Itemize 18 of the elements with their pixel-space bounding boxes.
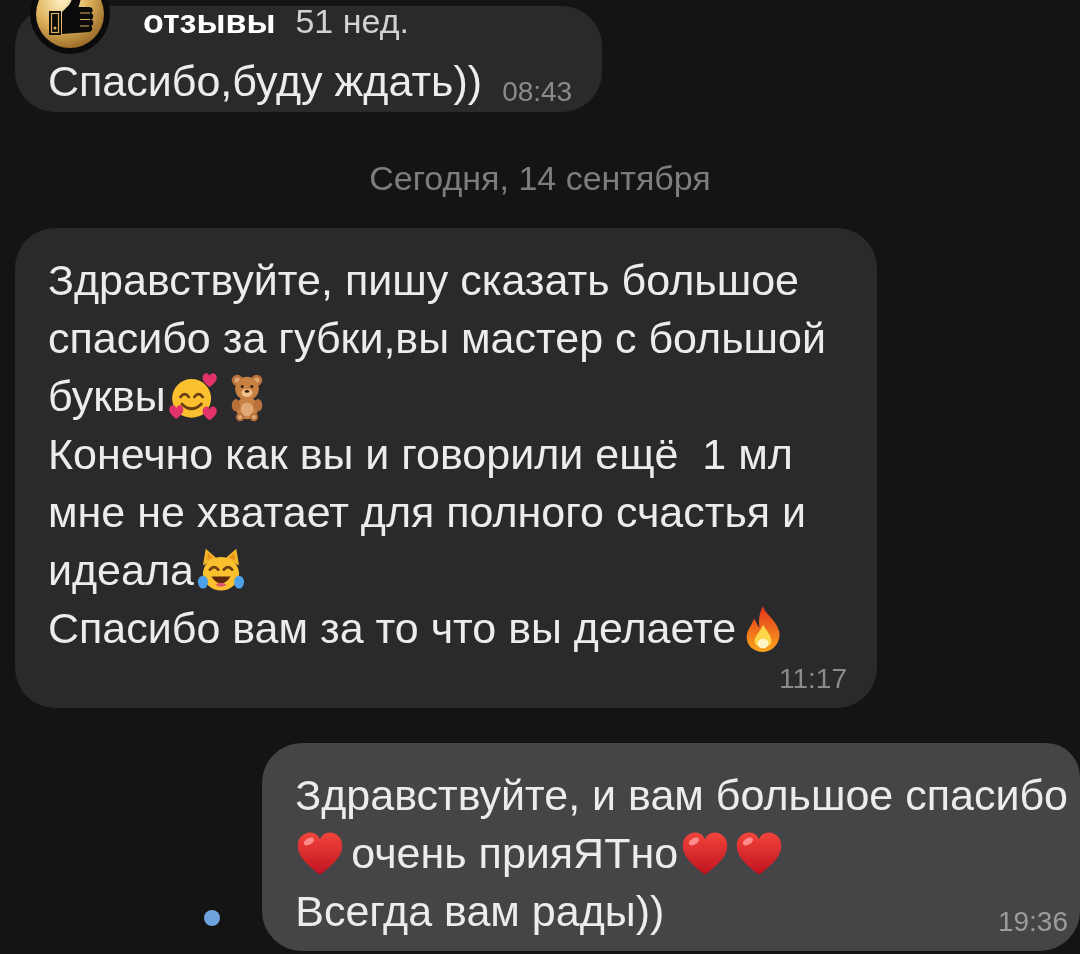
message-text: Всегда вам рады)) <box>295 887 665 935</box>
message-text: спасибо за губки,вы мастер с большой <box>48 314 826 362</box>
story-age: 51 нед. <box>295 4 409 38</box>
message-text: Здравствуйте, пишу сказать большое <box>48 256 799 304</box>
message-time: 08:43 <box>501 75 573 109</box>
message-text: буквы <box>48 372 166 420</box>
message-time: 11:17 <box>778 662 847 696</box>
smiling-face-hearts-icon <box>167 372 218 422</box>
date-separator: Сегодня, 14 сентября <box>368 158 712 198</box>
message-text: Спасибо,буду ждать)) <box>48 57 483 105</box>
message-text: Здравствуйте, и вам большое спасибо <box>295 771 1068 819</box>
message-text: идеала <box>48 546 194 594</box>
message-text: мне не хватает для полного счастья и <box>48 488 807 536</box>
message-time: 19:36 <box>996 905 1068 939</box>
message-text: Конечно как вы и говорили ещё 1 мл <box>48 430 793 478</box>
story-title: отзывы <box>143 4 276 38</box>
message-text: Спасибо вам за то что вы делаете <box>48 604 737 652</box>
message-text: очень прияЯТно <box>351 829 679 877</box>
